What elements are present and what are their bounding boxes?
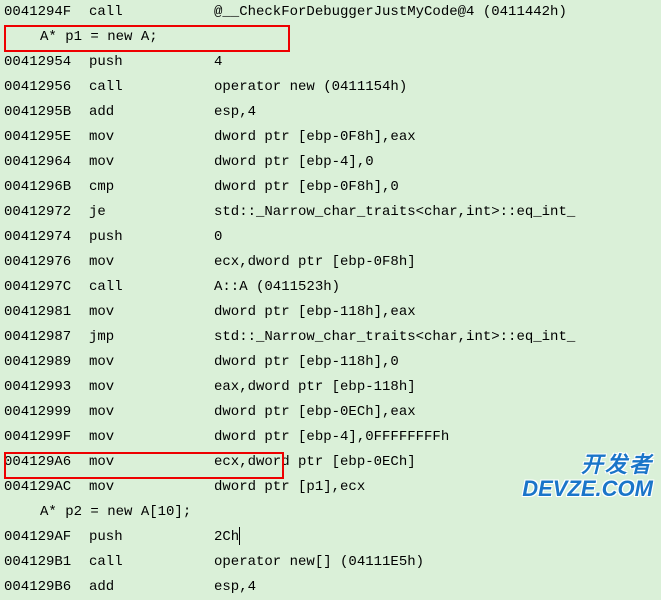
address: 00412954 xyxy=(0,50,89,75)
instruction: cmp xyxy=(89,175,214,200)
instruction: mov xyxy=(89,250,214,275)
instruction: jmp xyxy=(89,325,214,350)
address: 00412993 xyxy=(0,375,89,400)
instruction: call xyxy=(89,0,214,25)
address: 0041295B xyxy=(0,100,89,125)
address: 0041299F xyxy=(0,425,89,450)
operand: esp,4 xyxy=(214,575,256,600)
address: 00412981 xyxy=(0,300,89,325)
address: 0041296B xyxy=(0,175,89,200)
text-cursor xyxy=(239,527,240,545)
address: 00412974 xyxy=(0,225,89,250)
address: 00412987 xyxy=(0,325,89,350)
disassembly-view: 0041294Fcall@__CheckForDebuggerJustMyCod… xyxy=(0,0,661,516)
operand: ecx,dword ptr [ebp-0F8h] xyxy=(214,250,416,275)
instruction: push xyxy=(89,225,214,250)
operand: A::A (0411523h) xyxy=(214,275,340,300)
operand: std::_Narrow_char_traits<char,int>::eq_i… xyxy=(214,200,575,225)
operand: dword ptr [ebp-118h],eax xyxy=(214,300,416,325)
operand: eax,dword ptr [ebp-118h] xyxy=(214,375,416,400)
instruction: push xyxy=(89,50,214,75)
asm-line: 004129ACmovdword ptr [p1],ecx xyxy=(0,475,661,500)
instruction: mov xyxy=(89,125,214,150)
code-lines: 0041294Fcall@__CheckForDebuggerJustMyCod… xyxy=(0,0,661,600)
instruction: mov xyxy=(89,425,214,450)
address: 0041294F xyxy=(0,0,89,25)
asm-line: 00412954push4 xyxy=(0,50,661,75)
address: 00412989 xyxy=(0,350,89,375)
instruction: mov xyxy=(89,350,214,375)
asm-line: 004129B6addesp,4 xyxy=(0,575,661,600)
operand: ecx,dword ptr [ebp-0ECh] xyxy=(214,450,416,475)
asm-line: 00412956calloperator new (0411154h) xyxy=(0,75,661,100)
instruction: call xyxy=(89,75,214,100)
instruction: je xyxy=(89,200,214,225)
address: 00412976 xyxy=(0,250,89,275)
asm-line: 00412993moveax,dword ptr [ebp-118h] xyxy=(0,375,661,400)
asm-line: 0041294Fcall@__CheckForDebuggerJustMyCod… xyxy=(0,0,661,25)
operand: operator new[] (04111E5h) xyxy=(214,550,424,575)
address: 004129AF xyxy=(0,525,89,550)
operand: @__CheckForDebuggerJustMyCode@4 (0411442… xyxy=(214,0,567,25)
asm-line: 00412981movdword ptr [ebp-118h],eax xyxy=(0,300,661,325)
address: 00412964 xyxy=(0,150,89,175)
asm-line: 004129A6movecx,dword ptr [ebp-0ECh] xyxy=(0,450,661,475)
instruction: mov xyxy=(89,475,214,500)
source-line: A* p2 = new A[10]; xyxy=(0,500,661,525)
asm-line: 00412999movdword ptr [ebp-0ECh],eax xyxy=(0,400,661,425)
instruction: mov xyxy=(89,375,214,400)
operand: dword ptr [ebp-0F8h],0 xyxy=(214,175,399,200)
asm-line: 0041297CcallA::A (0411523h) xyxy=(0,275,661,300)
instruction: mov xyxy=(89,300,214,325)
instruction: add xyxy=(89,100,214,125)
operand: 0 xyxy=(214,225,222,250)
asm-line: 00412989movdword ptr [ebp-118h],0 xyxy=(0,350,661,375)
instruction: mov xyxy=(89,450,214,475)
asm-line: 00412972jestd::_Narrow_char_traits<char,… xyxy=(0,200,661,225)
operand: esp,4 xyxy=(214,100,256,125)
operand: std::_Narrow_char_traits<char,int>::eq_i… xyxy=(214,325,575,350)
asm-line: 0041295Baddesp,4 xyxy=(0,100,661,125)
address: 004129B1 xyxy=(0,550,89,575)
asm-line: 00412976movecx,dword ptr [ebp-0F8h] xyxy=(0,250,661,275)
operand: 2Ch xyxy=(214,525,239,550)
address: 00412956 xyxy=(0,75,89,100)
asm-line: 004129AFpush2Ch xyxy=(0,525,661,550)
address: 00412999 xyxy=(0,400,89,425)
asm-line: 00412974push0 xyxy=(0,225,661,250)
address: 0041295E xyxy=(0,125,89,150)
instruction: mov xyxy=(89,150,214,175)
instruction: mov xyxy=(89,400,214,425)
address: 004129A6 xyxy=(0,450,89,475)
instruction: call xyxy=(89,275,214,300)
address: 004129AC xyxy=(0,475,89,500)
asm-line: 00412987jmpstd::_Narrow_char_traits<char… xyxy=(0,325,661,350)
operand: dword ptr [ebp-0ECh],eax xyxy=(214,400,416,425)
operand: operator new (0411154h) xyxy=(214,75,407,100)
operand: dword ptr [p1],ecx xyxy=(214,475,365,500)
operand: dword ptr [ebp-118h],0 xyxy=(214,350,399,375)
operand: 4 xyxy=(214,50,222,75)
operand: dword ptr [ebp-4],0 xyxy=(214,150,374,175)
asm-line: 0041295Emovdword ptr [ebp-0F8h],eax xyxy=(0,125,661,150)
address: 00412972 xyxy=(0,200,89,225)
asm-line: 004129B1calloperator new[] (04111E5h) xyxy=(0,550,661,575)
operand: dword ptr [ebp-0F8h],eax xyxy=(214,125,416,150)
address: 004129B6 xyxy=(0,575,89,600)
address: 0041297C xyxy=(0,275,89,300)
operand: dword ptr [ebp-4],0FFFFFFFFh xyxy=(214,425,449,450)
instruction: add xyxy=(89,575,214,600)
instruction: call xyxy=(89,550,214,575)
asm-line: 00412964movdword ptr [ebp-4],0 xyxy=(0,150,661,175)
instruction: push xyxy=(89,525,214,550)
source-line: A* p1 = new A; xyxy=(0,25,661,50)
asm-line: 0041299Fmovdword ptr [ebp-4],0FFFFFFFFh xyxy=(0,425,661,450)
asm-line: 0041296Bcmpdword ptr [ebp-0F8h],0 xyxy=(0,175,661,200)
